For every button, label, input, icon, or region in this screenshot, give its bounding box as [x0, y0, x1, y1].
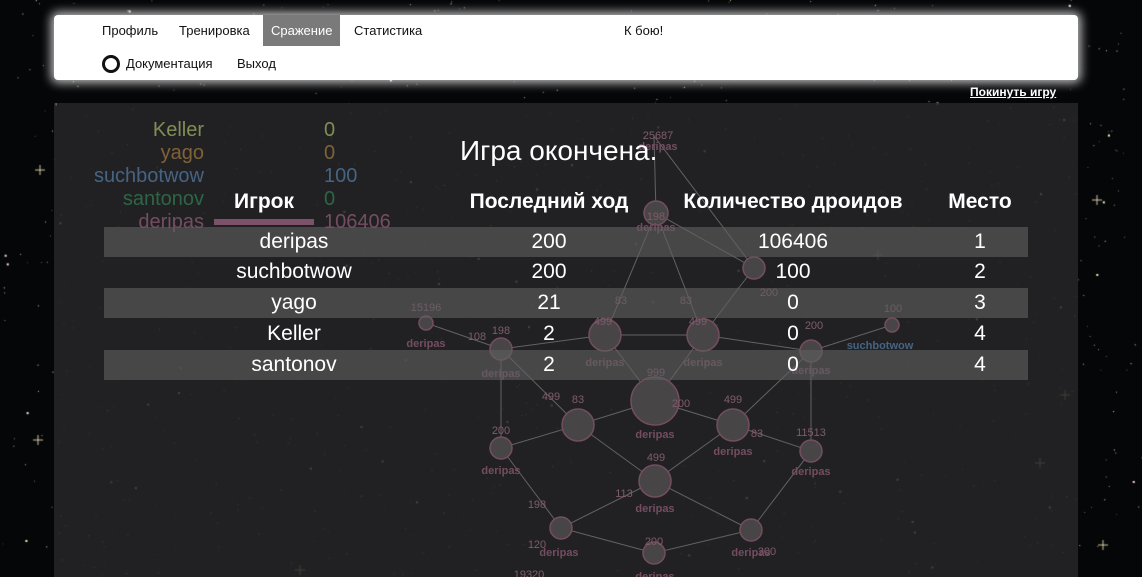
- droids-cell: 100: [775, 260, 811, 283]
- documentation-link[interactable]: Документация: [102, 53, 213, 75]
- table-row: santonov 2 0 4: [104, 350, 1028, 380]
- droids-cell: 0: [787, 291, 799, 314]
- planet-value-label: 113: [615, 488, 633, 500]
- map-planet[interactable]: [561, 408, 595, 442]
- planet-value-label: 499: [542, 391, 560, 403]
- player-cell: suchbotwow: [236, 260, 352, 283]
- spiral-logo-icon: [102, 54, 120, 73]
- legend-score: 0: [324, 142, 336, 164]
- exit-link[interactable]: Выход: [237, 53, 276, 75]
- nav-battle[interactable]: Сражение: [263, 15, 341, 46]
- place-cell: 4: [974, 322, 986, 345]
- legend-score: 0: [324, 188, 336, 210]
- to-battle-label: К бою!: [624, 23, 664, 38]
- planet-owner-label: deripas: [635, 429, 674, 441]
- legend-score: 0: [324, 119, 336, 141]
- legend-score: 100: [324, 165, 358, 187]
- legend-name: yago: [160, 142, 204, 164]
- planet-value-label: 200: [492, 425, 510, 437]
- table-row: yago 21 0 3: [104, 288, 1028, 318]
- game-panel: 25687deripas198deripas200deripas15196der…: [54, 103, 1078, 577]
- leave-game-link[interactable]: Покинуть игру: [970, 85, 1056, 99]
- planet-value-label: 19320: [514, 569, 545, 577]
- last-move-cell: 21: [537, 291, 561, 314]
- player-cell: deripas: [259, 230, 329, 253]
- legend-name: Keller: [152, 119, 204, 141]
- table-row: Keller 2 0 4: [104, 319, 1028, 349]
- last-move-cell: 2: [543, 353, 555, 376]
- map-planet[interactable]: [716, 408, 750, 442]
- planet-value-label: 11513: [796, 427, 826, 439]
- header-place: Место: [948, 190, 1012, 213]
- planet-owner-label: deripas: [791, 466, 830, 478]
- player-legend: Keller yago suchbotwow santonov deripas: [54, 119, 204, 239]
- leader-bar: [214, 219, 314, 225]
- nav-statistics[interactable]: Статистика: [346, 15, 430, 46]
- map-planet[interactable]: [799, 439, 823, 463]
- game-over-title: Игра окончена.: [460, 135, 658, 166]
- player-cell: santonov: [251, 353, 337, 376]
- place-cell: 2: [974, 260, 986, 283]
- header-last-move: Последний ход: [469, 190, 629, 213]
- place-cell: 3: [974, 291, 986, 314]
- planet-owner-label: deripas: [481, 465, 520, 477]
- planet-value-label: 200: [645, 536, 663, 548]
- last-move-cell: 200: [531, 230, 567, 253]
- table-row: suchbotwow 200 100 2: [104, 257, 1028, 287]
- nav-training[interactable]: Тренировка: [171, 15, 258, 46]
- droids-cell: 0: [787, 322, 799, 345]
- last-move-cell: 200: [531, 260, 567, 283]
- planet-value-label: 200: [672, 398, 690, 410]
- planet-value-label: 198: [528, 499, 546, 511]
- planet-owner-label: deripas: [635, 571, 674, 577]
- documentation-label: Документация: [126, 56, 213, 71]
- legend-scores: 0 0 100 0 106406: [324, 119, 444, 239]
- planet-owner-label: deripas: [713, 446, 752, 458]
- planet-value-label: 83: [751, 428, 763, 440]
- map-planet[interactable]: [739, 518, 763, 542]
- legend-name: santonov: [122, 188, 204, 210]
- planet-owner-label: deripas: [731, 547, 770, 559]
- map-edge: [750, 450, 812, 531]
- planet-value-label: 499: [647, 452, 665, 464]
- planet-value-label: 83: [572, 394, 584, 406]
- top-navigation: Профиль Тренировка Сражение Статистика К…: [54, 15, 1078, 80]
- legend-name: suchbotwow: [93, 165, 204, 187]
- map-planet[interactable]: [638, 464, 672, 498]
- place-cell: 1: [974, 230, 986, 253]
- place-cell: 4: [974, 353, 986, 376]
- map-planet[interactable]: [549, 516, 573, 540]
- header-player: Игрок: [233, 190, 294, 213]
- last-move-cell: 2: [543, 322, 555, 345]
- header-droids: Количество дроидов: [683, 190, 903, 213]
- planet-owner-label: deripas: [635, 503, 674, 515]
- nav-profile[interactable]: Профиль: [94, 15, 166, 46]
- droids-cell: 106406: [757, 230, 829, 253]
- player-cell: yago: [271, 291, 317, 314]
- map-planet[interactable]: [489, 436, 513, 460]
- map-edge: [500, 447, 562, 529]
- planet-value-label: 499: [724, 394, 742, 406]
- planet-owner-label: deripas: [54, 103, 74, 106]
- player-cell: Keller: [267, 322, 321, 345]
- table-row: deripas 200 106406 1: [104, 227, 1028, 257]
- droids-cell: 0: [787, 353, 799, 376]
- planet-owner-label: deripas: [539, 547, 578, 559]
